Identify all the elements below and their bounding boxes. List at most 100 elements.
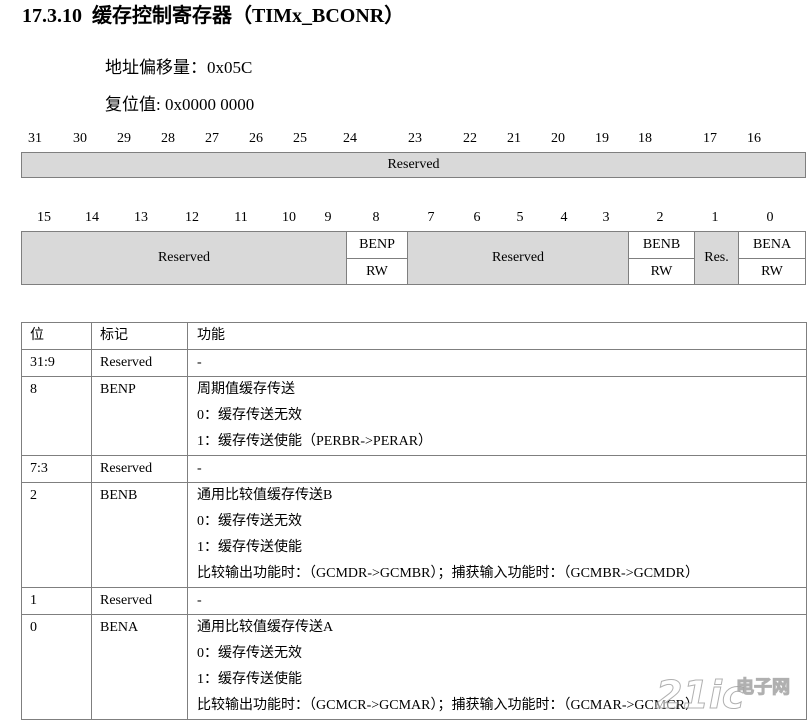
field-name: BENP (91, 376, 188, 456)
section-number: 17.3.10 (22, 5, 82, 27)
table-row: 31:9 Reserved - (21, 349, 807, 377)
bit-number: 27 (205, 131, 219, 146)
register-field-name: Reserved (491, 250, 545, 265)
upper-bit-numbers: 31 30 29 28 27 26 25 24 23 22 21 20 19 1… (0, 130, 811, 148)
register-field-name: Reserved (387, 157, 440, 172)
field-name: BENB (91, 482, 188, 588)
function-line: - (197, 593, 202, 608)
function-line: 比较输出功能时：（GCMCR->GCMAR）；捕获输入功能时：（GCMAR->G… (197, 698, 699, 713)
bit-number: 4 (560, 210, 568, 225)
bit-number: 0 (766, 210, 774, 225)
bit-number: 11 (234, 210, 248, 225)
section-title: 缓存控制寄存器（TIMx_BCONR） (92, 5, 405, 27)
bit-number: 18 (638, 131, 652, 146)
function-line: 0：缓存传送无效 (197, 514, 302, 529)
field-name: Reserved (91, 587, 188, 615)
reset-value: 复位值: 0x0000 0000 (105, 95, 255, 114)
function-line: 通用比较值缓存传送A (197, 620, 334, 635)
field-name: BENA (91, 614, 188, 720)
bit-number: 30 (73, 131, 87, 146)
register-field-name: BENP (359, 237, 395, 252)
bit-range: 1 (21, 587, 92, 615)
bit-number: 15 (37, 210, 51, 225)
bit-number: 19 (595, 131, 609, 146)
bit-number: 9 (324, 210, 332, 225)
register-field-reserved: Res. (694, 231, 739, 285)
register-field-benp: BENP RW (346, 231, 408, 285)
function-line: 1：缓存传送使能 (197, 540, 302, 555)
register-lower-half: Reserved BENP RW Reserved BENB RW Res. B… (21, 231, 806, 285)
bit-number: 3 (602, 210, 610, 225)
field-name: Reserved (91, 349, 188, 377)
section-heading: 17.3.10 缓存控制寄存器（TIMx_BCONR） (22, 4, 404, 28)
bit-description-table: 位 标记 功能 31:9 Reserved - 8 BENP 周期值缓存传送 0… (21, 322, 807, 720)
register-upper-half: Reserved (21, 152, 806, 178)
bit-range: 8 (21, 376, 92, 456)
bit-range: 2 (21, 482, 92, 588)
table-row: 1 Reserved - (21, 587, 807, 615)
column-header-function: 功能 (187, 322, 807, 350)
bit-number: 25 (293, 131, 307, 146)
function-line: 通用比较值缓存传送B (197, 488, 333, 503)
bit-number: 28 (161, 131, 175, 146)
bit-number: 24 (343, 131, 357, 146)
bit-number: 14 (85, 210, 99, 225)
bit-range: 31:9 (21, 349, 92, 377)
register-field-benb: BENB RW (628, 231, 695, 285)
column-header-field: 标记 (91, 322, 188, 350)
bit-number: 7 (427, 210, 435, 225)
bit-number: 21 (507, 131, 521, 146)
bit-range: 7:3 (21, 455, 92, 483)
function-line: - (197, 355, 202, 370)
bit-number: 2 (656, 210, 664, 225)
function-line: 1：缓存传送使能（PERBR->PERAR） (197, 434, 433, 449)
function-line: 周期值缓存传送 (197, 382, 295, 397)
function-line: 比较输出功能时：（GCMDR->GCMBR）；捕获输入功能时：（GCMBR->G… (197, 566, 699, 581)
bit-number: 6 (473, 210, 481, 225)
address-offset: 地址偏移量：0x05C (105, 58, 253, 77)
function-description: - (187, 349, 807, 377)
table-row: 2 BENB 通用比较值缓存传送B 0：缓存传送无效 1：缓存传送使能 比较输出… (21, 482, 807, 588)
function-description: 周期值缓存传送 0：缓存传送无效 1：缓存传送使能（PERBR->PERAR） (187, 376, 807, 456)
bit-number: 20 (551, 131, 565, 146)
function-line: 0：缓存传送无效 (197, 408, 302, 423)
function-line: - (197, 461, 202, 476)
bit-number: 13 (134, 210, 148, 225)
register-field-access: RW (347, 258, 407, 284)
bit-range: 0 (21, 614, 92, 720)
bit-number: 17 (703, 131, 717, 146)
function-line: 0：缓存传送无效 (197, 646, 302, 661)
bit-number: 10 (282, 210, 296, 225)
function-description: 通用比较值缓存传送A 0：缓存传送无效 1：缓存传送使能 比较输出功能时：（GC… (187, 614, 807, 720)
register-field-bena: BENA RW (738, 231, 806, 285)
field-name: Reserved (91, 455, 188, 483)
function-description: - (187, 587, 807, 615)
bit-number: 16 (747, 131, 761, 146)
bit-number: 1 (711, 210, 719, 225)
bit-number: 8 (372, 210, 380, 225)
bit-number: 12 (185, 210, 199, 225)
register-field-name: Res. (704, 250, 729, 265)
table-row: 7:3 Reserved - (21, 455, 807, 483)
table-row: 0 BENA 通用比较值缓存传送A 0：缓存传送无效 1：缓存传送使能 比较输出… (21, 614, 807, 720)
bit-number: 26 (249, 131, 263, 146)
register-field-name: Reserved (157, 250, 211, 265)
table-row: 8 BENP 周期值缓存传送 0：缓存传送无效 1：缓存传送使能（PERBR->… (21, 376, 807, 456)
function-description: - (187, 455, 807, 483)
column-header-bit: 位 (21, 322, 92, 350)
bit-number: 31 (28, 131, 42, 146)
bit-number: 22 (463, 131, 477, 146)
table-header-row: 位 标记 功能 (21, 322, 807, 350)
lower-bit-numbers: 15 14 13 12 11 10 9 8 7 6 5 4 3 2 1 0 (0, 209, 811, 227)
register-field-reserved: Reserved (407, 231, 629, 285)
bit-number: 5 (516, 210, 524, 225)
register-field-reserved: Reserved (21, 231, 347, 285)
register-field-name: BENA (752, 237, 792, 252)
function-description: 通用比较值缓存传送B 0：缓存传送无效 1：缓存传送使能 比较输出功能时：（GC… (187, 482, 807, 588)
register-field-access: RW (739, 258, 805, 284)
function-line: 1：缓存传送使能 (197, 672, 302, 687)
bit-number: 23 (408, 131, 422, 146)
register-field-name: BENB (642, 237, 681, 252)
bit-number: 29 (117, 131, 131, 146)
register-field-access: RW (629, 258, 694, 284)
